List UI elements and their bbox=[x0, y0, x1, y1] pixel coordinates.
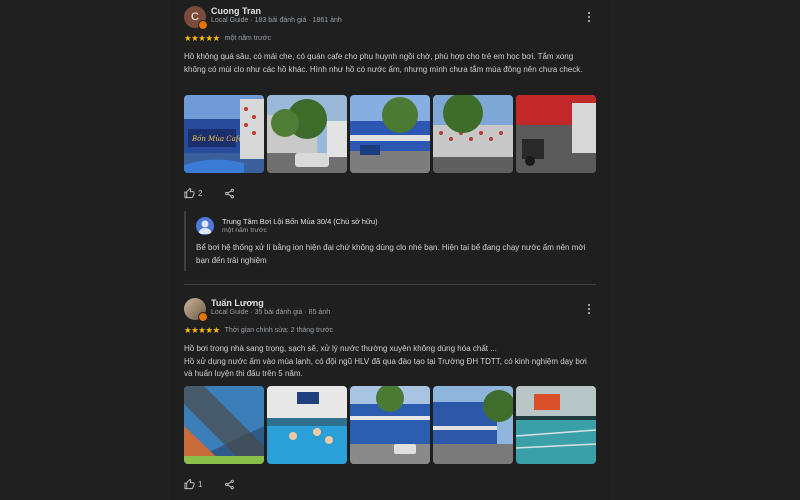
cafe-sign-text: Bốn Mùa Cafe bbox=[191, 134, 243, 143]
review-text: Hồ bơi trong nhà sang trọng, sạch sẽ, xử… bbox=[184, 343, 596, 381]
review-photo[interactable] bbox=[516, 386, 596, 464]
share-icon bbox=[225, 479, 235, 489]
more-vert-icon bbox=[587, 303, 591, 306]
local-guide-badge-icon bbox=[198, 20, 208, 30]
owner-reply-text: Bể bơi hệ thống xử lí bằng ion hiện đại … bbox=[196, 243, 586, 265]
more-vert-icon bbox=[587, 11, 591, 14]
review-actions: 1 bbox=[184, 478, 235, 490]
review-photo[interactable] bbox=[184, 386, 264, 464]
review-photo[interactable]: Bốn Mùa Cafe bbox=[184, 95, 264, 173]
reviewer-name[interactable]: Tuấn Lương bbox=[211, 298, 264, 308]
rating-row: ★★★★★ một năm trước bbox=[184, 33, 271, 43]
owner-reply-time: một năm trước bbox=[222, 227, 267, 234]
avatar-letter: C bbox=[191, 11, 199, 23]
review-photo[interactable] bbox=[516, 95, 596, 173]
share-button[interactable] bbox=[224, 479, 235, 490]
like-button[interactable]: 1 bbox=[184, 478, 203, 490]
review-photos bbox=[184, 386, 596, 464]
review-photos: Bốn Mùa Cafe bbox=[184, 95, 596, 173]
reviewer-meta: Local Guide · 183 bài đánh giá · 1861 ản… bbox=[211, 17, 342, 24]
review-text-line: Hồ xử dụng nước ấm vào mùa lạnh, có đội … bbox=[184, 356, 587, 379]
like-count: 2 bbox=[198, 188, 203, 198]
owner-reply: Trung Tâm Bơi Lội Bốn Mùa 30/4 (Chủ sở h… bbox=[184, 211, 598, 271]
reviewer-name[interactable]: Cuong Tran bbox=[211, 6, 261, 16]
review-divider bbox=[184, 284, 596, 285]
owner-name: Trung Tâm Bơi Lội Bốn Mùa 30/4 (Chủ sở h… bbox=[222, 217, 378, 226]
review-photo[interactable] bbox=[433, 386, 513, 464]
more-options-button[interactable] bbox=[584, 302, 594, 316]
local-guide-badge-icon bbox=[198, 312, 208, 322]
rating-row: ★★★★★ Thời gian chỉnh sửa: 2 tháng trước bbox=[184, 325, 333, 335]
review-photo[interactable] bbox=[350, 386, 430, 464]
review-text-line: Hồ bơi trong nhà sang trọng, sạch sẽ, xử… bbox=[184, 344, 497, 353]
more-options-button[interactable] bbox=[584, 10, 594, 24]
review-text: Hồ không quá sâu, có mái che, có quán ca… bbox=[184, 52, 583, 74]
reviewer-meta: Local Guide · 35 bài đánh giá · 85 ảnh bbox=[211, 309, 331, 316]
thumb-up-icon bbox=[184, 187, 195, 198]
like-count: 1 bbox=[198, 479, 203, 489]
review-time: Thời gian chỉnh sửa: 2 tháng trước bbox=[224, 326, 334, 334]
share-button[interactable] bbox=[224, 188, 235, 199]
review-photo[interactable] bbox=[267, 386, 347, 464]
star-rating: ★★★★★ bbox=[184, 324, 220, 335]
reviewer-avatar[interactable]: C bbox=[184, 6, 208, 30]
review-photo[interactable] bbox=[433, 95, 513, 173]
like-button[interactable]: 2 bbox=[184, 187, 203, 199]
review-photo[interactable] bbox=[267, 95, 347, 173]
reviewer-avatar[interactable] bbox=[184, 298, 208, 322]
share-icon bbox=[225, 188, 235, 198]
review-photo[interactable] bbox=[350, 95, 430, 173]
review-actions: 2 bbox=[184, 187, 235, 199]
star-rating: ★★★★★ bbox=[184, 32, 220, 43]
owner-avatar bbox=[196, 217, 214, 235]
review-time: một năm trước bbox=[224, 34, 271, 42]
thumb-up-icon bbox=[184, 478, 195, 489]
